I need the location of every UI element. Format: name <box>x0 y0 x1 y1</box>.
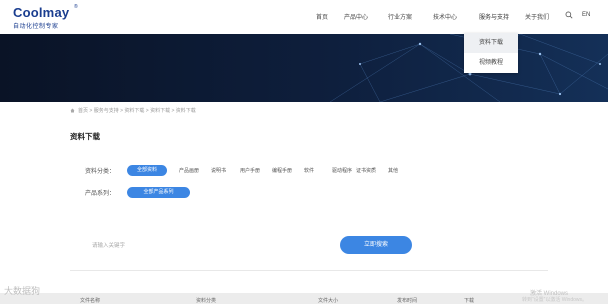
breadcrumb: 首页 > 服务与支持 > 资料下载 > 资料下载 > 资料下载 <box>70 107 196 114</box>
language-switch[interactable]: EN <box>582 12 590 18</box>
logo-subtitle: 自动化控制专家 <box>13 24 59 30</box>
category-option[interactable]: 用户手册 <box>240 167 260 174</box>
table-header-category: 资料分类 <box>196 298 217 304</box>
dropdown-item-downloads[interactable]: 资料下载 <box>464 33 518 53</box>
search-button[interactable]: 立即搜索 <box>340 236 412 254</box>
category-filter-label: 资料分类： <box>85 169 116 175</box>
logo[interactable]: Coolmay ® 自动化控制专家 <box>13 4 79 30</box>
category-option[interactable]: 软件 <box>304 167 314 174</box>
support-dropdown: 资料下载 视频教程 <box>464 33 518 73</box>
category-option[interactable]: 编程手册 <box>272 167 292 174</box>
windows-activation-sub: 转到“设置”以激活 Windows。 <box>522 297 588 303</box>
table-header-size: 文件大小 <box>318 298 339 304</box>
category-option[interactable]: 说明书 <box>211 167 226 174</box>
table-header-date: 发布时间 <box>397 298 418 304</box>
home-icon <box>70 108 75 113</box>
series-all-button[interactable]: 全部产品系列 <box>127 187 190 198</box>
category-all-button[interactable]: 全部资料 <box>127 165 167 176</box>
table-header-download: 下载 <box>464 298 475 304</box>
watermark: 大数据狗 <box>4 286 41 296</box>
category-option[interactable]: 其他 <box>388 167 398 174</box>
site-header: Coolmay ® 自动化控制专家 首页 产品中心 行业方案 技术中心 服务与支… <box>0 0 608 34</box>
keyword-search-input[interactable]: 请输入关键字 <box>92 241 125 249</box>
page-title: 资料下载 <box>70 132 100 141</box>
nav-products[interactable]: 产品中心 <box>344 12 368 21</box>
nav-about[interactable]: 关于我们 <box>525 12 549 21</box>
nav-support[interactable]: 服务与支持 <box>479 12 509 21</box>
logo-registered-mark: ® <box>74 4 78 10</box>
category-option[interactable]: 证书资质 <box>356 167 376 174</box>
divider <box>70 270 548 271</box>
category-option[interactable]: 驱动程序 <box>332 167 352 174</box>
breadcrumb-text[interactable]: 首页 > 服务与支持 > 资料下载 > 资料下载 > 资料下载 <box>78 108 196 114</box>
search-icon[interactable] <box>565 11 573 19</box>
nav-solutions[interactable]: 行业方案 <box>388 12 412 21</box>
category-option[interactable]: 产品画册 <box>179 167 199 174</box>
logo-text: Coolmay <box>13 5 70 20</box>
dropdown-item-videos[interactable]: 视频教程 <box>464 53 518 73</box>
table-header-name: 文件名称 <box>80 298 101 304</box>
nav-tech[interactable]: 技术中心 <box>433 12 457 21</box>
nav-home[interactable]: 首页 <box>316 12 328 21</box>
series-filter-label: 产品系列： <box>85 191 116 197</box>
